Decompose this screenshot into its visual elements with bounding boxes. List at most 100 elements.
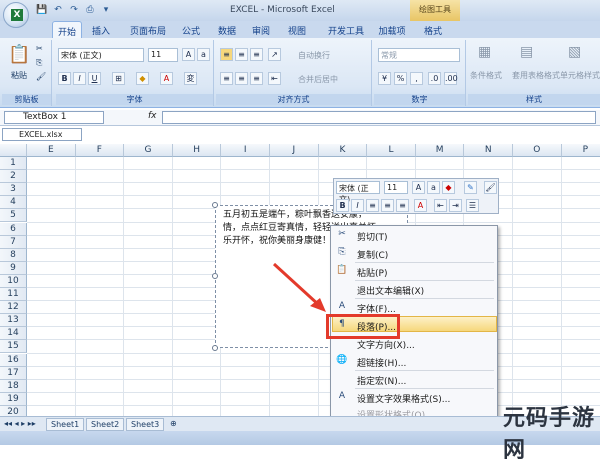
row-header[interactable]: 13 [0, 314, 27, 328]
column-header[interactable]: E [27, 144, 76, 157]
middle-align-icon[interactable]: ≡ [235, 48, 248, 61]
row-header[interactable]: 2 [0, 170, 27, 184]
row-header[interactable]: 19 [0, 392, 27, 406]
format-painter-icon[interactable]: 🖌 [36, 72, 46, 81]
row-header[interactable]: 14 [0, 327, 27, 341]
font-size-box[interactable]: 11 [148, 48, 178, 62]
number-format-box[interactable]: 常规 [378, 48, 460, 62]
context-menu-item[interactable]: A 字体(F)... [331, 301, 497, 315]
save-icon[interactable]: 💾 [36, 4, 48, 16]
column-header[interactable]: N [464, 144, 513, 157]
align-left-icon[interactable]: ≡ [220, 72, 233, 85]
column-header[interactable]: M [415, 144, 465, 157]
sheet-tab-1[interactable]: Sheet1 [46, 418, 85, 431]
tab-addins[interactable]: 加载项 [374, 21, 410, 38]
tab-insert[interactable]: 插入 [88, 21, 114, 38]
font-color-icon[interactable]: A [414, 199, 427, 212]
format-table-button[interactable]: 套用表格格式 [512, 70, 560, 81]
column-header[interactable]: J [270, 144, 319, 157]
name-box[interactable]: TextBox 1 [4, 111, 104, 124]
column-header[interactable]: O [513, 144, 562, 157]
sheet-nav-icon[interactable]: ◂◂ ◂ ▸ ▸▸ [4, 419, 36, 428]
column-header[interactable]: K [318, 144, 368, 157]
row-header[interactable]: 1 [0, 157, 27, 171]
column-header[interactable]: G [124, 144, 173, 157]
undo-icon[interactable]: ↶ [52, 4, 64, 16]
cell-styles-icon[interactable]: ▧ [568, 44, 581, 60]
row-header[interactable]: 3 [0, 183, 27, 197]
row-header[interactable]: 7 [0, 235, 27, 249]
merge-center-button[interactable]: 合并后居中 [298, 74, 338, 85]
format-table-icon[interactable]: ▤ [520, 44, 533, 60]
line-color-icon[interactable]: ✎ [464, 181, 477, 194]
context-menu-item[interactable]: 📋 粘贴(P) [331, 265, 497, 279]
tab-view[interactable]: 视图 [284, 21, 310, 38]
row-header[interactable]: 5 [0, 209, 27, 223]
tab-review[interactable]: 审阅 [248, 21, 274, 38]
bullets-icon[interactable]: ☰ [466, 199, 479, 212]
mini-size-box[interactable]: 11 [384, 181, 408, 194]
cut-icon[interactable]: ✂ [36, 44, 43, 53]
align-right-icon[interactable]: ≡ [396, 199, 409, 212]
sheet-tab-3[interactable]: Sheet3 [126, 418, 165, 431]
row-header[interactable]: 10 [0, 274, 27, 288]
tab-page-layout[interactable]: 页面布局 [124, 21, 172, 38]
print-preview-icon[interactable]: ⎙ [84, 4, 96, 16]
column-header[interactable]: F [75, 144, 125, 157]
row-header[interactable]: 17 [0, 366, 27, 380]
cell-styles-button[interactable]: 单元格样式 [560, 70, 600, 81]
paste-button[interactable]: 粘贴 [11, 70, 27, 81]
tab-formulas[interactable]: 公式 [178, 21, 204, 38]
row-header[interactable]: 16 [0, 353, 27, 367]
column-header[interactable]: I [221, 144, 270, 157]
conditional-format-icon[interactable]: ▦ [478, 44, 491, 60]
wrap-text-button[interactable]: 自动换行 [298, 50, 330, 61]
grow-font-icon[interactable]: A [412, 181, 425, 194]
fill-color-icon[interactable]: ◆ [136, 72, 149, 85]
redo-icon[interactable]: ↷ [68, 4, 80, 16]
column-header[interactable]: L [367, 144, 416, 157]
row-header[interactable]: 8 [0, 248, 27, 262]
conditional-format-button[interactable]: 条件格式 [470, 70, 502, 81]
tab-home[interactable]: 开始 [52, 21, 82, 38]
context-menu-item[interactable]: 🌐 超链接(H)... [331, 355, 497, 369]
bold-icon[interactable]: B [336, 199, 349, 212]
increase-decimal-icon[interactable]: .0 [428, 72, 441, 85]
bold-icon[interactable]: B [58, 72, 71, 85]
bottom-align-icon[interactable]: ≡ [250, 48, 263, 61]
italic-icon[interactable]: I [351, 199, 364, 212]
insert-function-button[interactable]: fx [148, 111, 157, 121]
decrease-indent-icon[interactable]: ⇤ [268, 72, 281, 85]
row-header[interactable]: 11 [0, 288, 27, 302]
decrease-indent-icon[interactable]: ⇤ [434, 199, 447, 212]
row-header[interactable]: 18 [0, 379, 27, 393]
context-menu-item[interactable]: 退出文本编辑(X) [331, 283, 497, 297]
customize-qat-icon[interactable]: ▾ [100, 4, 112, 16]
align-center-icon[interactable]: ≡ [235, 72, 248, 85]
mini-font-box[interactable]: 宋体 (正文) [336, 181, 380, 204]
context-menu-item[interactable]: ✂ 剪切(T) [331, 229, 497, 243]
orientation-icon[interactable]: ↗ [268, 48, 281, 61]
context-menu-item[interactable]: ⎘ 复制(C) [331, 247, 497, 261]
office-button[interactable]: X [3, 2, 29, 28]
grow-font-icon[interactable]: A [182, 48, 195, 61]
new-sheet-icon[interactable]: ⊕ [170, 419, 177, 428]
font-color-icon[interactable]: A [160, 72, 173, 85]
copy-icon[interactable]: ⎘ [36, 58, 42, 68]
tab-data[interactable]: 数据 [214, 21, 240, 38]
format-painter-icon[interactable]: 🖌 [484, 181, 497, 194]
select-all-corner[interactable] [0, 144, 27, 157]
column-header[interactable]: P [561, 144, 600, 157]
currency-icon[interactable]: ¥ [378, 72, 391, 85]
font-name-box[interactable]: 宋体 (正文) [58, 48, 144, 62]
resize-handle[interactable] [212, 345, 218, 351]
decrease-decimal-icon[interactable]: .00 [444, 72, 458, 85]
row-header[interactable]: 4 [0, 196, 27, 210]
column-header[interactable]: H [172, 144, 222, 157]
top-align-icon[interactable]: ≡ [220, 48, 233, 61]
document-tab[interactable]: EXCEL.xlsx [2, 128, 82, 141]
fill-color-icon[interactable]: ◆ [442, 181, 455, 194]
context-menu-item[interactable]: 指定宏(N)... [331, 373, 497, 387]
context-menu-item[interactable]: 文字方向(X)... [331, 337, 497, 351]
align-left-icon[interactable]: ≡ [366, 199, 379, 212]
